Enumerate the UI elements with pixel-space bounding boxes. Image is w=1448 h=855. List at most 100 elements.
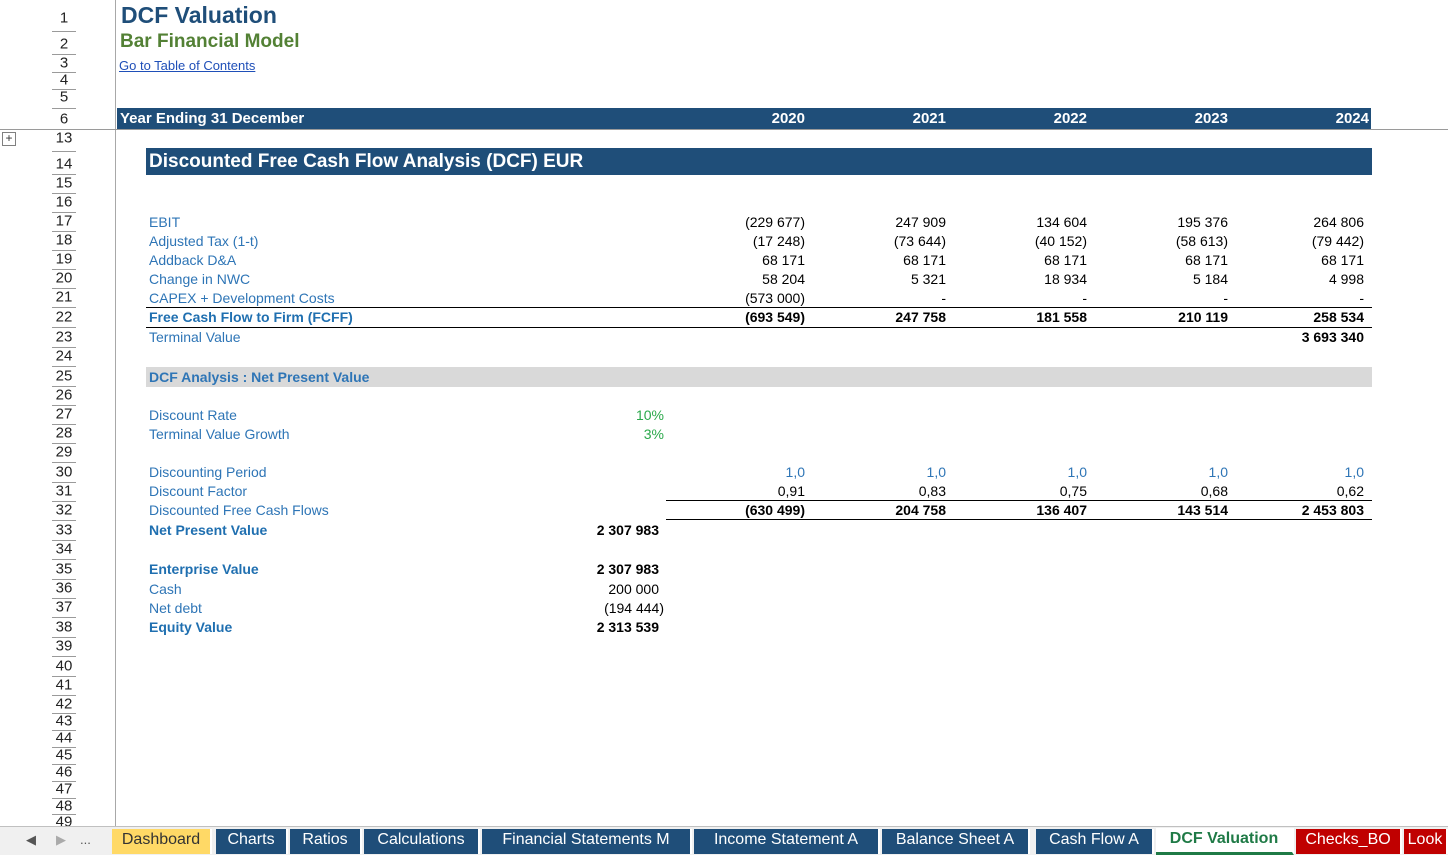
row-number[interactable]: 20 xyxy=(46,271,82,286)
cash-flow-cell[interactable]: 18 934 xyxy=(977,271,1087,287)
row-number[interactable]: 41 xyxy=(46,678,82,693)
row-number[interactable]: 32 xyxy=(46,503,82,518)
row-number[interactable]: 40 xyxy=(46,659,82,674)
row-label-terminal-growth[interactable]: Terminal Value Growth xyxy=(149,426,290,442)
cash-flow-cell[interactable]: - xyxy=(1118,290,1228,306)
row-number[interactable]: 44 xyxy=(46,731,82,746)
row-number[interactable]: 36 xyxy=(46,581,82,596)
cash-flow-cell[interactable]: 68 171 xyxy=(977,252,1087,268)
cash-flow-cell[interactable]: 68 171 xyxy=(836,252,946,268)
row-label-capex[interactable]: CAPEX + Development Costs xyxy=(149,290,335,306)
row-label-discounted-fcf[interactable]: Discounted Free Cash Flows xyxy=(149,502,329,518)
table-of-contents-link[interactable]: Go to Table of Contents xyxy=(119,58,255,73)
discounted-fcf-cell[interactable]: 204 758 xyxy=(836,502,946,518)
sheet-tab[interactable]: Checks_BO xyxy=(1296,829,1402,854)
terminal-growth-cell[interactable]: 3% xyxy=(554,426,664,442)
row-number[interactable]: 34 xyxy=(46,542,82,557)
cash-flow-cell[interactable]: 68 171 xyxy=(695,252,805,268)
discount-factor-cell[interactable]: 0,62 xyxy=(1254,483,1364,499)
row-number[interactable]: 6 xyxy=(46,112,82,127)
row-number[interactable]: 31 xyxy=(46,484,82,499)
row-number[interactable]: 42 xyxy=(46,697,82,712)
row-label-enterprise-value[interactable]: Enterprise Value xyxy=(149,561,259,577)
cash-flow-cell[interactable]: 68 171 xyxy=(1254,252,1364,268)
row-label-terminal-value[interactable]: Terminal Value xyxy=(149,329,241,345)
npv-cell[interactable]: 2 307 983 xyxy=(549,522,659,538)
fcff-cell[interactable]: 181 558 xyxy=(977,309,1087,325)
row-number[interactable]: 16 xyxy=(46,195,82,210)
net-debt-cell[interactable]: (194 444) xyxy=(554,600,664,616)
row-number[interactable]: 29 xyxy=(46,445,82,460)
sheet-tab[interactable]: Financial Statements M xyxy=(482,829,692,854)
row-number[interactable]: 24 xyxy=(46,349,82,364)
row-number[interactable]: 23 xyxy=(46,330,82,345)
equity-value-cell[interactable]: 2 313 539 xyxy=(549,619,659,635)
row-number[interactable]: 33 xyxy=(46,523,82,538)
fcff-cell[interactable]: 247 758 xyxy=(836,309,946,325)
sheet-tab[interactable]: Income Statement A xyxy=(694,829,880,854)
discount-factor-cell[interactable]: 0,83 xyxy=(836,483,946,499)
cash-flow-cell[interactable]: (79 442) xyxy=(1254,233,1364,249)
cash-flow-cell[interactable]: 247 909 xyxy=(836,214,946,230)
cash-flow-cell[interactable]: (229 677) xyxy=(695,214,805,230)
discounting-period-cell[interactable]: 1,0 xyxy=(977,464,1087,480)
cash-flow-cell[interactable]: - xyxy=(977,290,1087,306)
cash-flow-cell[interactable]: - xyxy=(1254,290,1364,306)
sheet-tab[interactable]: Calculations xyxy=(364,829,480,854)
discount-factor-cell[interactable]: 0,68 xyxy=(1118,483,1228,499)
row-number[interactable]: 1 xyxy=(46,11,82,26)
sheet-tab[interactable]: DCF Valuation xyxy=(1156,828,1294,855)
row-number[interactable]: 3 xyxy=(46,56,82,71)
discounted-fcf-cell[interactable]: 136 407 xyxy=(977,502,1087,518)
discounting-period-cell[interactable]: 1,0 xyxy=(836,464,946,480)
discount-factor-cell[interactable]: 0,75 xyxy=(977,483,1087,499)
fcff-cell[interactable]: 210 119 xyxy=(1118,309,1228,325)
row-label-ebit[interactable]: EBIT xyxy=(149,214,180,230)
row-number[interactable]: 43 xyxy=(46,714,82,729)
discounted-fcf-cell[interactable]: 2 453 803 xyxy=(1254,502,1364,518)
discounted-fcf-cell[interactable]: (630 499) xyxy=(695,502,805,518)
expand-group-icon[interactable]: + xyxy=(2,132,16,146)
row-number[interactable]: 30 xyxy=(46,465,82,480)
row-label-cash[interactable]: Cash xyxy=(149,581,182,597)
row-number[interactable]: 25 xyxy=(46,369,82,384)
sheet-tab[interactable]: Dashboard xyxy=(112,829,212,854)
sheet-tab[interactable]: Ratios xyxy=(290,829,362,854)
cash-flow-cell[interactable]: 68 171 xyxy=(1118,252,1228,268)
row-number[interactable]: 17 xyxy=(46,214,82,229)
terminal-value-cell[interactable]: 3 693 340 xyxy=(1254,329,1364,345)
row-label-discount-rate[interactable]: Discount Rate xyxy=(149,407,237,423)
cash-flow-cell[interactable]: (40 152) xyxy=(977,233,1087,249)
discounted-fcf-cell[interactable]: 143 514 xyxy=(1118,502,1228,518)
row-label-discount-factor[interactable]: Discount Factor xyxy=(149,483,247,499)
cash-flow-cell[interactable]: (17 248) xyxy=(695,233,805,249)
row-number[interactable]: 26 xyxy=(46,388,82,403)
row-label-npv[interactable]: Net Present Value xyxy=(149,522,267,538)
row-number[interactable]: 15 xyxy=(46,176,82,191)
row-number[interactable]: 39 xyxy=(46,639,82,654)
tab-more-icon[interactable]: ... xyxy=(80,832,91,847)
row-number[interactable]: 35 xyxy=(46,562,82,577)
row-number[interactable]: 37 xyxy=(46,600,82,615)
cash-flow-cell[interactable]: 5 321 xyxy=(836,271,946,287)
row-label-net-debt[interactable]: Net debt xyxy=(149,600,202,616)
discounting-period-cell[interactable]: 1,0 xyxy=(695,464,805,480)
row-number[interactable]: 38 xyxy=(46,620,82,635)
row-label-addback-da[interactable]: Addback D&A xyxy=(149,252,236,268)
tab-scroll-left-icon[interactable]: ◀ xyxy=(26,832,36,848)
row-label-change-nwc[interactable]: Change in NWC xyxy=(149,271,250,287)
row-number[interactable]: 27 xyxy=(46,407,82,422)
row-number[interactable]: 28 xyxy=(46,426,82,441)
cash-cell[interactable]: 200 000 xyxy=(549,581,659,597)
row-number[interactable]: 18 xyxy=(46,233,82,248)
discount-rate-cell[interactable]: 10% xyxy=(554,407,664,423)
cash-flow-cell[interactable]: 195 376 xyxy=(1118,214,1228,230)
row-number[interactable]: 48 xyxy=(46,799,82,814)
row-number[interactable]: 47 xyxy=(46,782,82,797)
sheet-tab[interactable]: Charts xyxy=(216,829,288,854)
row-number[interactable]: 21 xyxy=(46,290,82,305)
sheet-tab[interactable]: Look xyxy=(1404,829,1448,854)
row-number[interactable]: 4 xyxy=(46,73,82,88)
cash-flow-cell[interactable]: 58 204 xyxy=(695,271,805,287)
cash-flow-cell[interactable]: 134 604 xyxy=(977,214,1087,230)
